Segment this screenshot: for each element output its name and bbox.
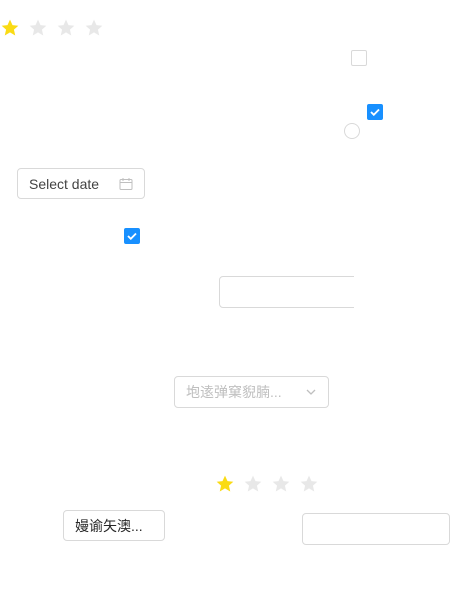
star-icon-1[interactable] bbox=[0, 18, 20, 38]
checkbox-right[interactable] bbox=[367, 104, 383, 120]
small-button[interactable]: 嫚谕矢澳... bbox=[63, 510, 165, 541]
rating-top[interactable] bbox=[0, 18, 104, 38]
select-placeholder: 垉逺弹窠貎腩... bbox=[186, 384, 282, 400]
star-icon-4[interactable] bbox=[84, 18, 104, 38]
star-icon-2[interactable] bbox=[28, 18, 48, 38]
checkbox-left[interactable] bbox=[124, 228, 140, 244]
text-input-bottom[interactable] bbox=[302, 513, 450, 545]
star-icon-2[interactable] bbox=[243, 474, 263, 494]
star-icon-4[interactable] bbox=[299, 474, 319, 494]
small-button-label: 嫚谕矢澳... bbox=[75, 517, 143, 534]
chevron-down-icon bbox=[306, 389, 316, 395]
checkmark-icon bbox=[370, 108, 380, 116]
checkmark-icon bbox=[127, 232, 137, 240]
text-input-clip bbox=[219, 276, 354, 308]
date-picker[interactable]: Select date bbox=[17, 168, 145, 199]
select-dropdown[interactable]: 垉逺弹窠貎腩... bbox=[174, 376, 329, 408]
date-picker-placeholder: Select date bbox=[29, 175, 100, 192]
star-icon-3[interactable] bbox=[56, 18, 76, 38]
text-input-partial[interactable] bbox=[219, 276, 354, 308]
star-icon-1[interactable] bbox=[215, 474, 235, 494]
calendar-icon bbox=[119, 177, 133, 190]
radio-button[interactable] bbox=[344, 123, 360, 139]
rating-mid[interactable] bbox=[215, 474, 319, 494]
star-icon-3[interactable] bbox=[271, 474, 291, 494]
checkbox-top-right[interactable] bbox=[351, 50, 367, 66]
